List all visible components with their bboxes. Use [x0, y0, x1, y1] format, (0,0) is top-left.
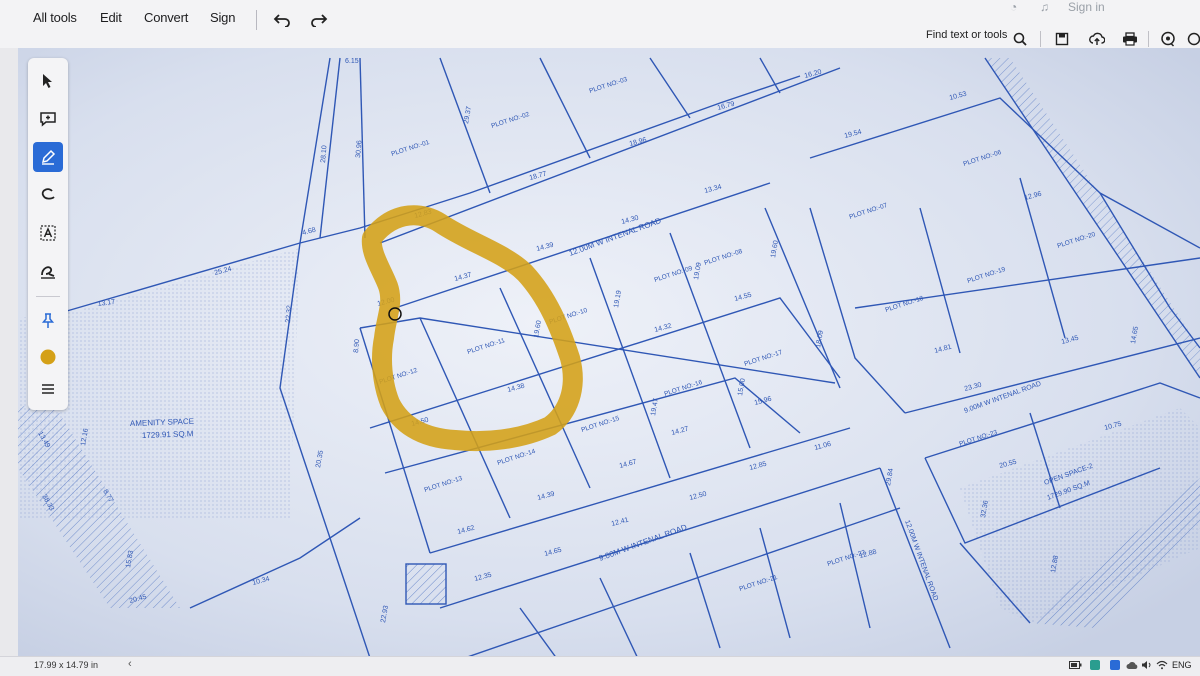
ai-assistant-icon [1161, 31, 1175, 47]
find-text-or-tools[interactable]: Find text or tools [926, 29, 1007, 41]
dimension-label: 6.15 [345, 58, 359, 65]
save-button[interactable] [1052, 29, 1072, 49]
highlight-pen-icon [41, 149, 56, 165]
redo-icon [311, 14, 328, 27]
toolbar-divider [1148, 31, 1149, 47]
undo-button[interactable] [270, 8, 294, 32]
tool-signature[interactable] [33, 256, 63, 286]
menu-sign[interactable]: Sign [210, 10, 235, 25]
ai-assistant-button[interactable] [1158, 29, 1178, 49]
printer-icon [1123, 32, 1137, 46]
cloud-upload-button[interactable] [1087, 29, 1107, 49]
cloud-upload-icon [1089, 32, 1105, 45]
amenity-space-value: 1729.91 SQ.M [142, 429, 194, 440]
search-button[interactable] [1010, 29, 1030, 49]
menu-convert[interactable]: Convert [144, 10, 188, 25]
search-icon [1013, 32, 1027, 46]
pin-icon [41, 313, 55, 328]
tool-more[interactable] [33, 374, 63, 404]
print-button[interactable] [1120, 29, 1140, 49]
dimension-label: 8.90 [353, 339, 361, 353]
toolbar-divider [256, 10, 257, 30]
document-viewport[interactable]: 12.00M W INTENAL ROAD 9.00M W INTENAL RO… [0, 48, 1200, 656]
hatched-square [405, 563, 447, 605]
menu-edit[interactable]: Edit [100, 10, 122, 25]
toolbar-divider [1040, 31, 1041, 47]
volume-icon[interactable] [1140, 658, 1154, 672]
menu-lines-icon [42, 384, 54, 394]
help-icon[interactable]: ◔ [1010, 0, 1017, 14]
tool-pin[interactable] [33, 306, 63, 336]
tray-security-icon[interactable] [1108, 658, 1122, 672]
sign-in-link[interactable]: Sign in [1068, 0, 1105, 14]
stamp-signature-icon [41, 266, 55, 279]
left-gutter [0, 48, 18, 656]
color-swatch-icon [40, 349, 56, 365]
save-icon [1055, 32, 1069, 46]
battery-icon [1068, 658, 1082, 672]
share-button[interactable] [1184, 29, 1200, 49]
tool-add-comment[interactable] [33, 104, 63, 134]
tools-divider [36, 296, 60, 297]
wifi-icon[interactable] [1155, 658, 1169, 672]
collapse-chevron-icon[interactable]: ‹ [128, 658, 132, 670]
redo-button[interactable] [307, 8, 331, 32]
tool-select[interactable] [33, 66, 63, 96]
tool-draw[interactable] [33, 180, 63, 210]
cursor-arrow-icon [43, 74, 52, 88]
tray-app-icon[interactable] [1088, 658, 1102, 672]
annotation-tools-panel [28, 58, 68, 410]
undo-icon [273, 14, 290, 27]
tool-text-box[interactable] [33, 218, 63, 248]
site-plan-drawing[interactable]: 12.00M W INTENAL ROAD 9.00M W INTENAL RO… [0, 48, 1200, 656]
status-bar: 17.99 x 14.79 in ‹ ENG [0, 656, 1200, 676]
draw-freeform-icon [41, 188, 55, 200]
cloud-icon[interactable] [1125, 658, 1139, 672]
app-toolbar: All tools Edit Convert Sign ◔ ♫ Sign in … [0, 0, 1200, 49]
menu-all-tools[interactable]: All tools [33, 10, 77, 25]
text-select-icon [40, 225, 56, 241]
add-comment-icon [40, 112, 56, 127]
notification-icon[interactable]: ♫ [1040, 0, 1049, 14]
tool-highlight[interactable] [33, 142, 63, 172]
input-language[interactable]: ENG [1172, 660, 1192, 670]
page-dimensions: 17.99 x 14.79 in [34, 660, 99, 670]
share-icon [1187, 32, 1200, 46]
tool-color[interactable] [33, 342, 63, 372]
